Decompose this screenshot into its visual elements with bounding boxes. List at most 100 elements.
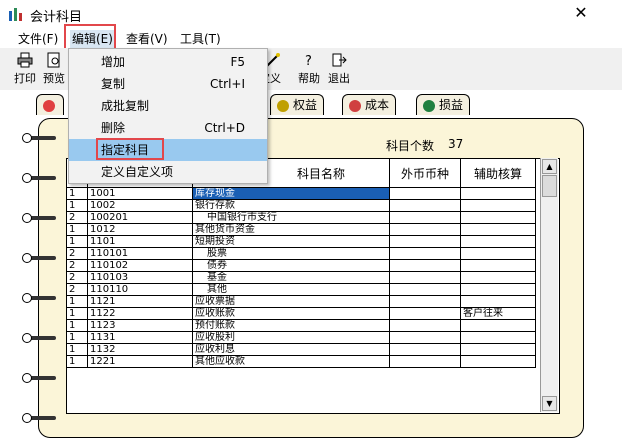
scroll-down-icon[interactable]: ▼ [542, 396, 557, 411]
menu-item-0[interactable]: 增加 F5 [69, 51, 267, 73]
cell-currency [389, 223, 461, 236]
cell-code: 110101 [87, 247, 193, 260]
table-scrollbar[interactable]: ▲ ▼ [540, 158, 558, 412]
menu-item-label: 增加 [101, 55, 126, 69]
cell-name: 应收账款 [192, 307, 390, 320]
table-row[interactable]: 1 1221 其他应收款 [67, 355, 536, 368]
cell-code: 110110 [87, 283, 193, 296]
account-count-value: 37 [448, 137, 464, 151]
table-row[interactable]: 1 1002 银行存款 [67, 199, 536, 212]
menu-item-1[interactable]: 复制 Ctrl+I [69, 73, 267, 95]
cell-name: 债券 [192, 259, 390, 272]
cell-code: 1132 [87, 343, 193, 356]
binder-ring [22, 173, 56, 183]
cell-aux [460, 343, 536, 356]
tab-profit-loss[interactable]: 损益 [416, 94, 471, 115]
menu-item-2[interactable]: 成批复制 [69, 95, 267, 117]
cell-aux [460, 187, 536, 200]
cell-level: 1 [67, 343, 88, 356]
cell-currency [389, 331, 461, 344]
exit-button[interactable]: 退出 [324, 50, 354, 88]
cell-level: 1 [67, 235, 88, 248]
cell-code: 1221 [87, 355, 193, 368]
col-header-currency: 外币币种 [389, 159, 461, 188]
table-row[interactable]: 2 110110 其他 [67, 283, 536, 296]
cell-currency [389, 211, 461, 224]
cell-level: 1 [67, 187, 88, 200]
menu-tools[interactable]: 工具(T) [180, 30, 221, 48]
preview-icon [47, 52, 60, 68]
table-row[interactable]: 2 110102 债券 [67, 259, 536, 272]
cell-aux [460, 331, 536, 344]
menu-view[interactable]: 查看(V) [126, 30, 168, 48]
cell-code: 110102 [87, 259, 193, 272]
tab-cost[interactable]: 成本 [342, 94, 397, 115]
cell-level: 1 [67, 319, 88, 332]
cell-level: 1 [67, 199, 88, 212]
table-row[interactable]: 1 1122 应收账款 客户往来 [67, 307, 536, 320]
binder-ring [22, 293, 56, 303]
table-row[interactable]: 1 1131 应收股利 [67, 331, 536, 344]
cell-code: 110103 [87, 271, 193, 284]
cell-code: 1121 [87, 295, 193, 308]
cell-name: 预付账款 [192, 319, 390, 332]
cell-aux [460, 247, 536, 260]
cell-code: 1122 [87, 307, 193, 320]
menu-item-shortcut: Ctrl+D [204, 121, 245, 135]
cell-currency [389, 271, 461, 284]
cell-currency [389, 319, 461, 332]
menu-item-label: 成批复制 [101, 99, 150, 113]
menu-item-3[interactable]: 删除 Ctrl+D [69, 117, 267, 139]
table-row[interactable]: 2 110103 基金 [67, 271, 536, 284]
cell-currency [389, 187, 461, 200]
tab-assets[interactable] [36, 94, 64, 115]
cell-level: 1 [67, 355, 88, 368]
menu-item-5[interactable]: 定义自定义项 [69, 161, 267, 183]
edit-menu-dropdown: 增加 F5 复制 Ctrl+I 成批复制 删除 Ctrl+D 指定科目 定义自定义项 [68, 48, 268, 184]
cell-name: 银行存款 [192, 199, 390, 212]
cell-aux [460, 223, 536, 236]
cell-name: 应收利息 [192, 343, 390, 356]
accounts-table: 科目名称 外币币种 辅助核算 1 1001 库存现金 1 1002 银行存款 2 100201… [66, 158, 560, 414]
table-row[interactable]: 1 1101 短期投资 [67, 235, 536, 248]
preview-button[interactable]: 预览 [40, 50, 68, 88]
window-title: 会计科目 [30, 10, 83, 25]
exit-icon [332, 53, 347, 67]
table-row[interactable]: 2 110101 股票 [67, 247, 536, 260]
col-header-aux: 辅助核算 [460, 159, 536, 188]
cell-currency [389, 343, 461, 356]
binder-ring [22, 333, 56, 343]
cell-level: 2 [67, 271, 88, 284]
table-row[interactable]: 1 1001 库存现金 [67, 187, 536, 200]
cell-code: 1101 [87, 235, 193, 248]
menu-item-label: 定义自定义项 [101, 165, 174, 179]
cell-aux [460, 355, 536, 368]
cell-name: 股票 [192, 247, 390, 260]
profit-loss-icon [423, 99, 435, 112]
menu-file[interactable]: 文件(F) [18, 30, 58, 48]
table-row[interactable]: 1 1121 应收票据 [67, 295, 536, 308]
cell-aux [460, 319, 536, 332]
scroll-up-icon[interactable]: ▲ [542, 159, 557, 174]
cell-name: 其他应收款 [192, 355, 390, 368]
tab-equity[interactable]: 权益 [270, 94, 325, 115]
cell-level: 2 [67, 283, 88, 296]
cell-aux [460, 211, 536, 224]
equity-icon [277, 99, 289, 112]
cell-currency [389, 307, 461, 320]
cell-aux [460, 199, 536, 212]
help-icon: ? [305, 54, 312, 68]
help-button[interactable]: ? 帮助 [294, 50, 324, 88]
table-row[interactable]: 1 1012 其他货币资金 [67, 223, 536, 236]
menu-item-label: 复制 [101, 77, 126, 91]
table-row[interactable]: 1 1123 预付账款 [67, 319, 536, 332]
cell-name: 应收票据 [192, 295, 390, 308]
scroll-thumb[interactable] [542, 175, 557, 197]
cell-aux [460, 271, 536, 284]
table-row[interactable]: 2 100201 中国银行市支行 [67, 211, 536, 224]
cell-level: 1 [67, 307, 88, 320]
close-icon[interactable]: ✕ [572, 4, 590, 22]
binder-ring [22, 413, 56, 423]
print-button[interactable]: 打印 [10, 50, 40, 88]
table-row[interactable]: 1 1132 应收利息 [67, 343, 536, 356]
